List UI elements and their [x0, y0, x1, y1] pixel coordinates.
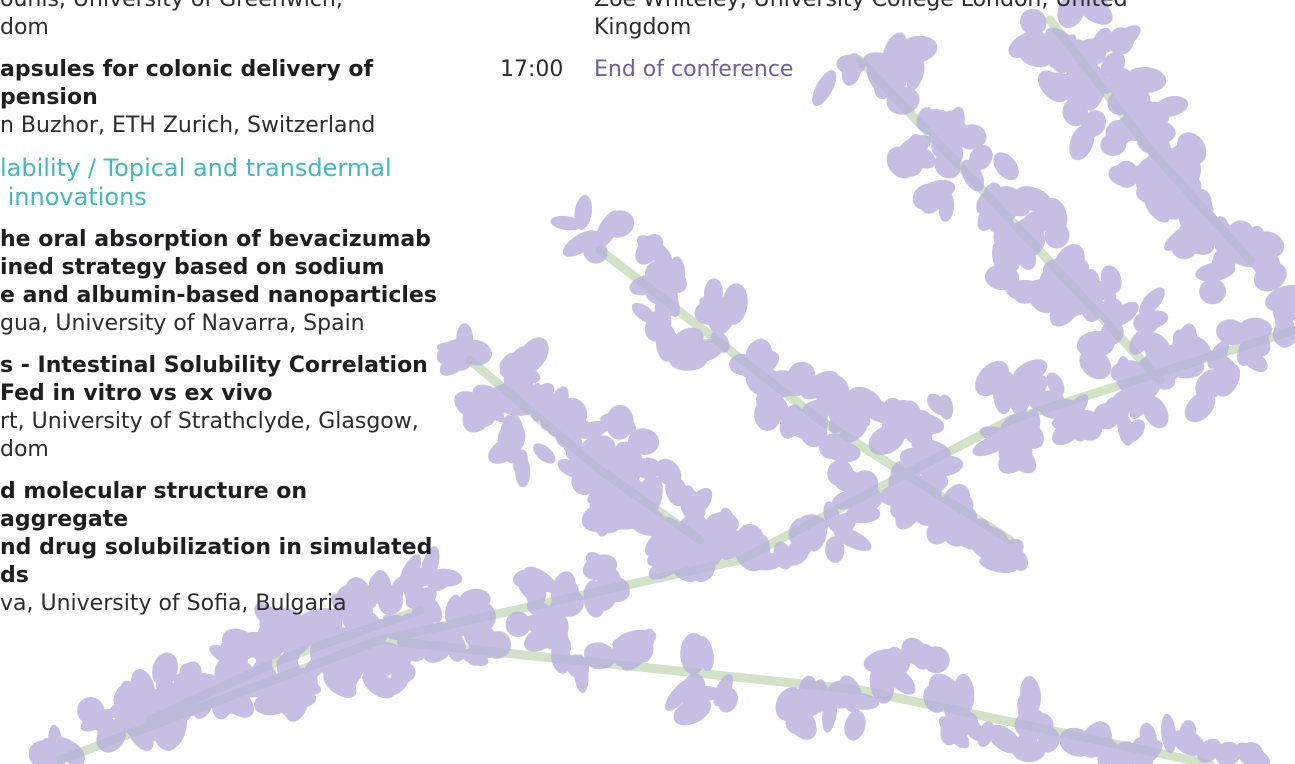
- session-heading-line: lability / Topical and transdermal: [0, 154, 392, 182]
- talk-block-4: s - Intestinal Solubility Correlation Fe…: [0, 352, 440, 464]
- lavender-bud: [844, 710, 866, 741]
- talk-author-line: rt, University of Strathclyde, Glasgow,: [0, 409, 419, 434]
- lavender-bud: [533, 443, 556, 464]
- talk-title-line: apsules for colonic delivery of: [0, 57, 374, 82]
- talk-title-line: ined strategy based on sodium: [0, 255, 385, 280]
- lavender-bud: [1199, 278, 1227, 305]
- session-heading-line: innovations: [0, 183, 147, 211]
- talk-author-line: va, University of Sofia, Bulgaria: [0, 591, 347, 616]
- talk-title-line: he oral absorption of bevacizumab: [0, 227, 431, 252]
- talk-title-line: d molecular structure on aggregate: [0, 479, 308, 532]
- talk-title-line: e and albumin-based nanoparticles: [0, 283, 437, 308]
- talk-title-line: Fed in vitro vs ex vivo: [0, 381, 273, 406]
- talk-block-5: d molecular structure on aggregate nd dr…: [0, 478, 440, 618]
- session-time: 17:00: [500, 57, 564, 82]
- talk-author-line: Kingdom: [594, 15, 692, 40]
- talk-title-line: s - Intestinal Solubility Correlation: [0, 353, 428, 378]
- talk-block-3: he oral absorption of bevacizumab ined s…: [0, 226, 440, 338]
- talk-author-line: dom: [0, 15, 49, 40]
- talk-row: Zoë Whiteley, University College London,…: [500, 0, 1140, 42]
- talk-block-2: apsules for colonic delivery of pension …: [0, 56, 440, 140]
- right-program-column: Zoë Whiteley, University College London,…: [500, 0, 1140, 84]
- session-heading: lability / Topical and transdermal innov…: [0, 154, 440, 212]
- talk-block-1: ounis, University of Greenwich, dom: [0, 0, 440, 42]
- talk-author-line: ounis, University of Greenwich,: [0, 0, 440, 14]
- talk-author-line: Zoë Whiteley, University College London,…: [594, 0, 1140, 14]
- talk-author-line: gua, University of Navarra, Spain: [0, 311, 365, 336]
- lavender-bud: [993, 152, 1019, 181]
- talk-title-line: pension: [0, 85, 98, 110]
- end-of-conference-label: End of conference: [594, 57, 794, 82]
- talk-author-line: dom: [0, 437, 49, 462]
- talk-author-line: n Buzhor, ETH Zurich, Switzerland: [0, 113, 376, 138]
- talk-title-line: ds: [0, 563, 29, 588]
- end-of-conference-row: 17:00 End of conference: [500, 56, 1140, 84]
- talk-title-line: nd drug solubilization in simulated: [0, 535, 433, 560]
- left-program-column: ounis, University of Greenwich, dom apsu…: [0, 0, 440, 632]
